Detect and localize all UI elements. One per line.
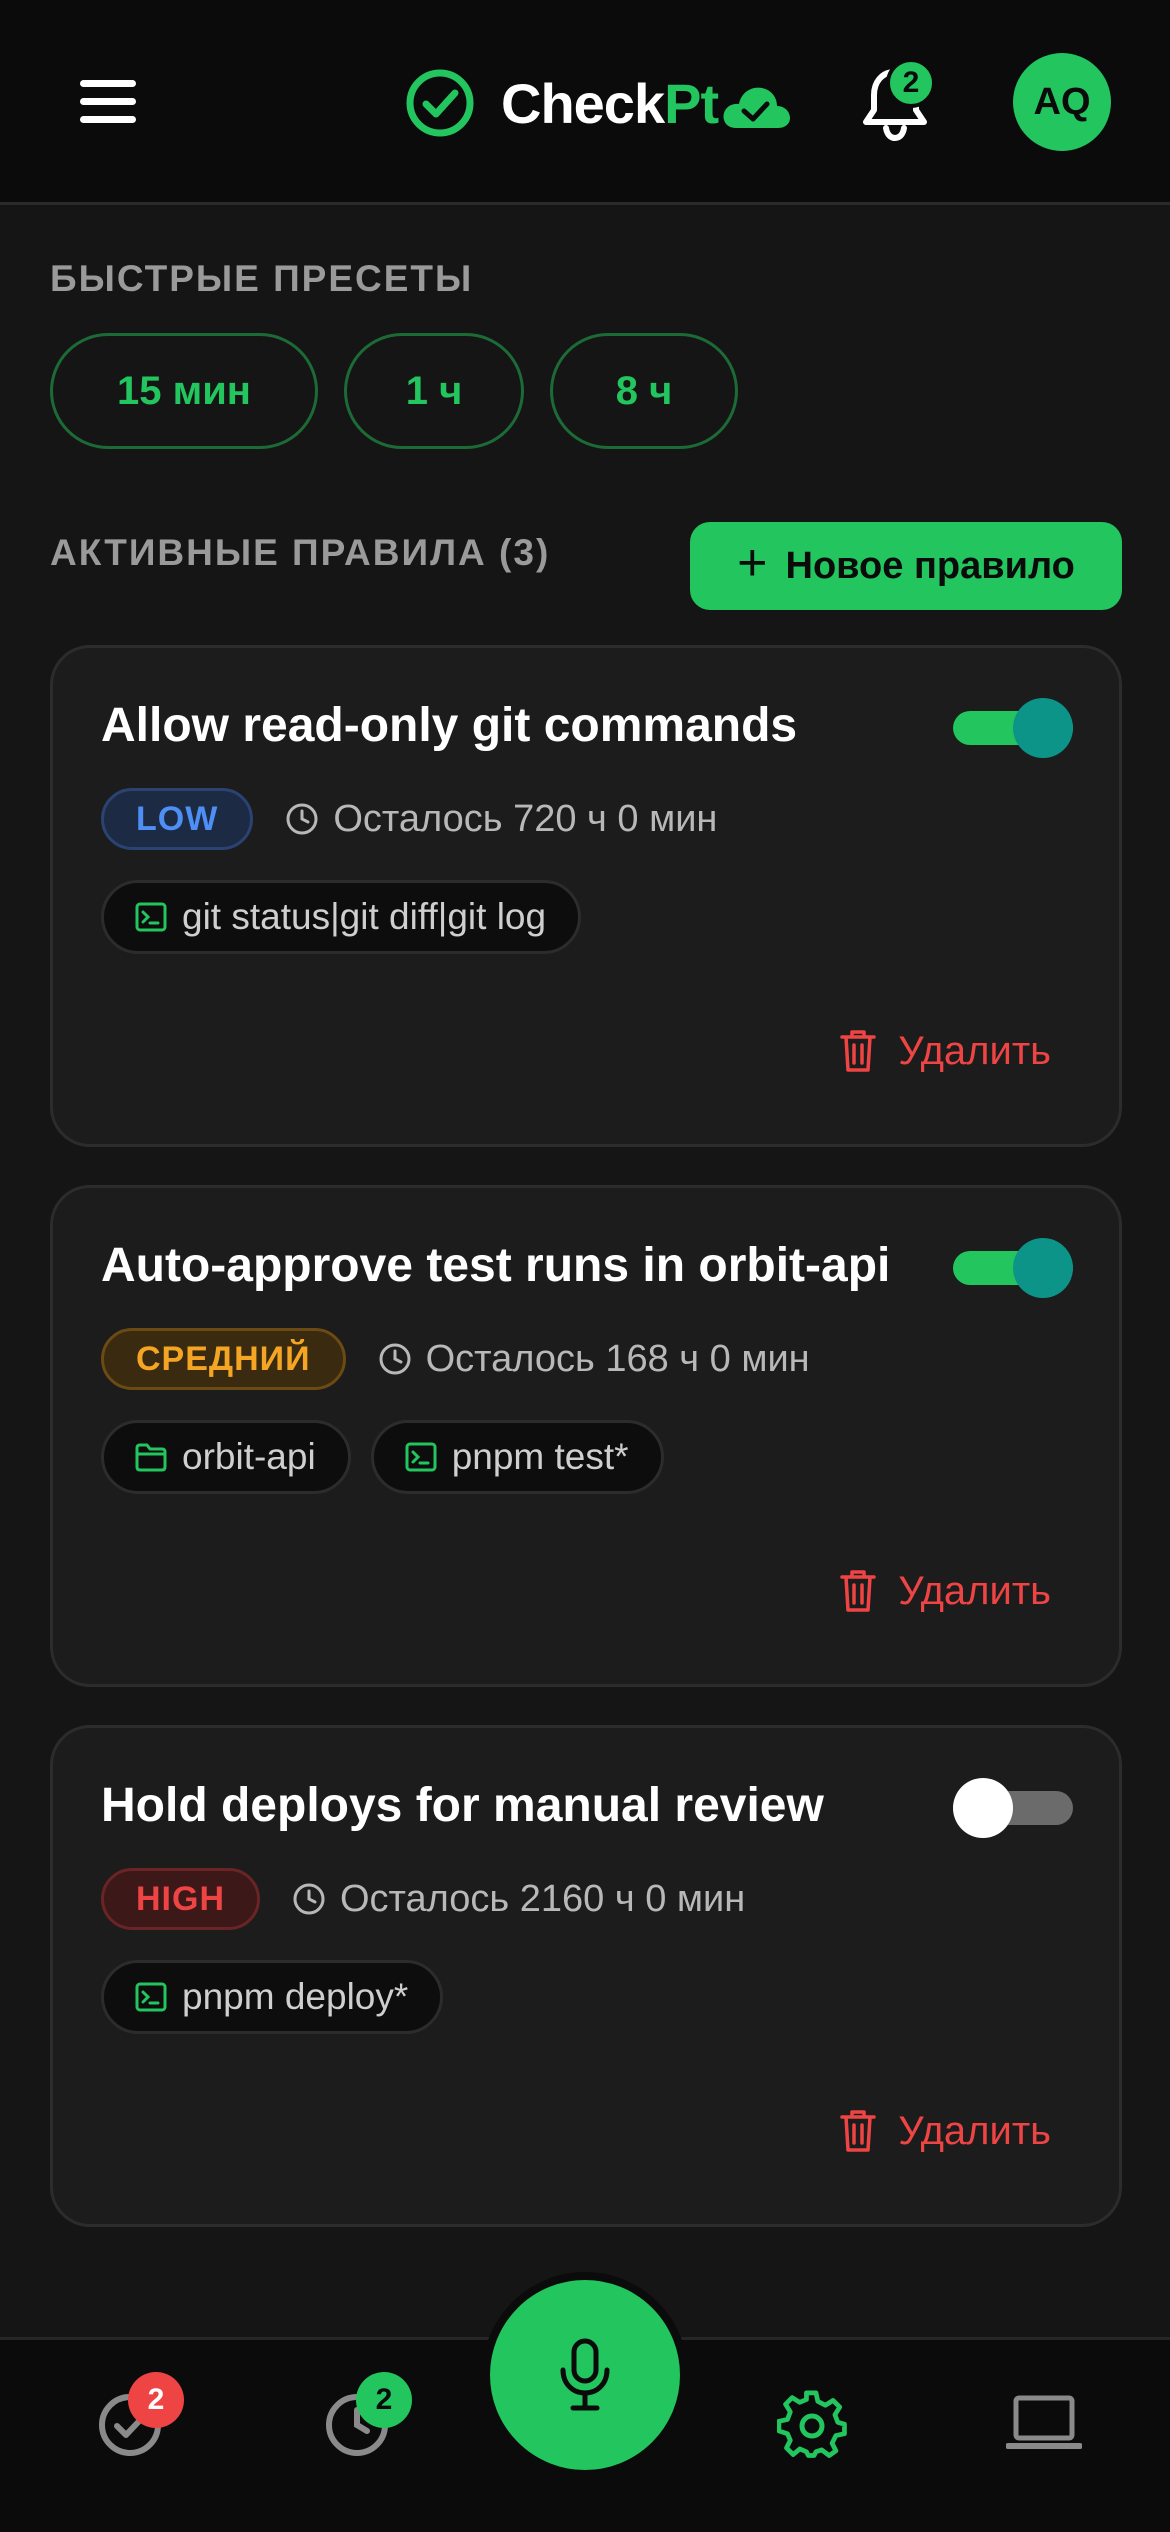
- menu-icon: [80, 80, 136, 87]
- app-name: CheckPt: [501, 71, 719, 136]
- preset-15-min[interactable]: 15 мин: [50, 333, 318, 449]
- trash-icon: [840, 1030, 877, 1072]
- rule-enabled-toggle[interactable]: [953, 1778, 1073, 1838]
- clock-icon: [379, 1343, 411, 1375]
- new-rule-button[interactable]: + Новое правило: [690, 522, 1122, 610]
- command-chip: git status|git diff|git log: [101, 880, 582, 954]
- clock-icon: [286, 803, 318, 835]
- check-circle-icon: [406, 69, 474, 137]
- risk-badge: СРЕДНИЙ: [101, 1328, 346, 1390]
- new-rule-label: Новое правило: [785, 544, 1075, 587]
- menu-button[interactable]: [80, 80, 136, 124]
- delete-label: Удалить: [898, 2108, 1051, 2153]
- delete-rule-button[interactable]: Удалить: [838, 2108, 1051, 2154]
- presets-row: 15 мин 1 ч 8 ч: [50, 333, 738, 449]
- rule-title: Auto-approve test runs in orbit-api: [101, 1239, 891, 1292]
- toggle-knob: [1013, 698, 1073, 758]
- avatar[interactable]: AQ: [1013, 53, 1111, 151]
- terminal-icon: [405, 1442, 437, 1472]
- delete-rule-button[interactable]: Удалить: [838, 1028, 1051, 1074]
- rule-title: Hold deploys for manual review: [101, 1779, 824, 1832]
- menu-icon-bar: [80, 98, 136, 105]
- nav-settings-gear-icon[interactable]: [777, 2390, 847, 2460]
- chip-text: pnpm deploy*: [182, 1976, 409, 2017]
- voice-input-button[interactable]: [482, 2272, 688, 2478]
- clock-icon: [293, 1883, 325, 1915]
- rule-enabled-toggle[interactable]: [953, 698, 1073, 758]
- history-badge: 2: [356, 2372, 412, 2428]
- project-chip: orbit-api: [101, 1420, 351, 1494]
- plus-icon: +: [737, 534, 768, 592]
- rule-chips: pnpm deploy*: [101, 1960, 444, 2034]
- rule-meta: LOW Осталось 720 ч 0 мин: [101, 788, 717, 850]
- rule-card: Hold deploys for manual review HIGH Оста…: [50, 1725, 1122, 2227]
- terminal-icon: [135, 902, 167, 932]
- delete-label: Удалить: [898, 1568, 1051, 1613]
- toggle-knob: [1013, 1238, 1073, 1298]
- command-chip: pnpm test*: [370, 1420, 664, 1494]
- terminal-icon: [135, 1982, 167, 2012]
- preset-1-hour[interactable]: 1 ч: [344, 333, 524, 449]
- delete-label: Удалить: [898, 1028, 1051, 1073]
- menu-icon-bar: [80, 116, 136, 123]
- rules-section-title: АКТИВНЫЕ ПРАВИЛА (3): [50, 532, 551, 573]
- chip-text: git status|git diff|git log: [182, 896, 547, 937]
- chip-text: pnpm test*: [451, 1436, 629, 1477]
- rule-chips: orbit-api pnpm test*: [101, 1420, 664, 1494]
- app-logo: CheckPt: [405, 68, 792, 138]
- rule-enabled-toggle[interactable]: [953, 1238, 1073, 1298]
- notification-badge: 2: [886, 58, 936, 108]
- rule-card: Allow read-only git commands LOW Осталос…: [50, 645, 1122, 1147]
- toggle-knob: [953, 1778, 1013, 1838]
- rule-card: Auto-approve test runs in orbit-api СРЕД…: [50, 1185, 1122, 1687]
- time-remaining: Осталось 720 ч 0 мин: [333, 797, 718, 840]
- approvals-badge: 2: [128, 2372, 184, 2428]
- app-name-part2: Pt: [664, 71, 719, 135]
- risk-badge: LOW: [101, 788, 254, 850]
- microphone-icon: [560, 2338, 610, 2411]
- app-name-part1: Check: [501, 71, 665, 135]
- risk-badge: HIGH: [101, 1868, 260, 1930]
- rule-meta: HIGH Осталось 2160 ч 0 мин: [101, 1868, 745, 1930]
- rule-title: Allow read-only git commands: [101, 699, 798, 752]
- delete-rule-button[interactable]: Удалить: [838, 1568, 1051, 1614]
- folder-icon: [135, 1443, 167, 1472]
- cloud-check-icon: [723, 87, 791, 128]
- trash-icon: [840, 1570, 877, 1612]
- trash-icon: [840, 2110, 877, 2152]
- command-chip: pnpm deploy*: [101, 1960, 444, 2034]
- rule-meta: СРЕДНИЙ Осталось 168 ч 0 мин: [101, 1328, 810, 1390]
- preset-8-hours[interactable]: 8 ч: [550, 333, 738, 449]
- chip-text: orbit-api: [182, 1436, 316, 1477]
- time-remaining: Осталось 2160 ч 0 мин: [340, 1877, 746, 1920]
- nav-devices-laptop-icon[interactable]: [1006, 2388, 1082, 2458]
- time-remaining: Осталось 168 ч 0 мин: [425, 1337, 810, 1380]
- rule-chips: git status|git diff|git log: [101, 880, 582, 954]
- presets-section-title: БЫСТРЫЕ ПРЕСЕТЫ: [50, 258, 474, 299]
- app-header: CheckPt 2 AQ: [0, 0, 1170, 205]
